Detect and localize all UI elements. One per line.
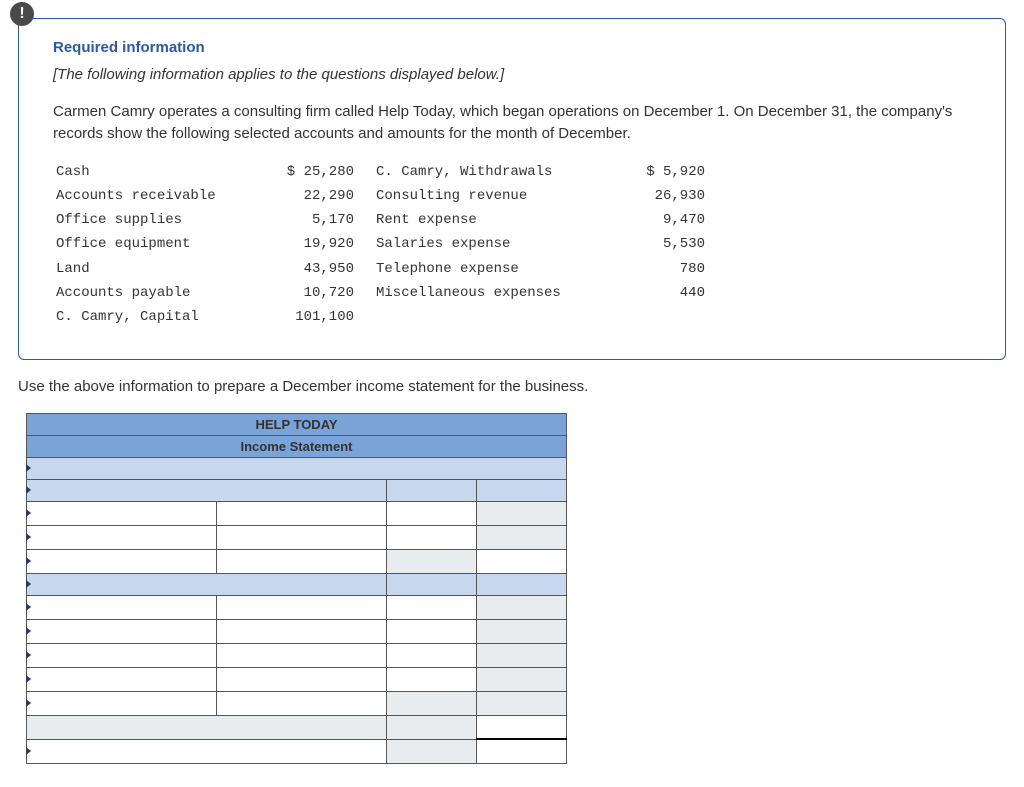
worksheet-subheader: Income Statement: [27, 435, 567, 457]
account-amount: 22,290: [262, 185, 362, 207]
account-amount: [616, 306, 706, 328]
required-information-title: Required information: [53, 39, 971, 56]
row-marker-icon: [26, 699, 31, 707]
worksheet-cell: [477, 525, 567, 549]
worksheet-input[interactable]: [27, 619, 217, 643]
account-label: Salaries expense: [364, 233, 614, 255]
account-label: Telephone expense: [364, 258, 614, 280]
worksheet-input[interactable]: [27, 739, 387, 763]
row-marker-icon: [26, 533, 31, 541]
account-amount: 5,170: [262, 209, 362, 231]
worksheet-cell: [477, 479, 567, 501]
row-marker-icon: [26, 675, 31, 683]
worksheet-cell: [477, 619, 567, 643]
row-marker-icon: [26, 464, 31, 472]
accounts-table: Cash $ 25,280 C. Camry, Withdrawals $ 5,…: [53, 159, 708, 331]
worksheet-cell: [477, 643, 567, 667]
worksheet-input[interactable]: [387, 643, 477, 667]
account-label: C. Camry, Capital: [55, 306, 260, 328]
account-amount: 440: [616, 282, 706, 304]
account-label: Land: [55, 258, 260, 280]
account-amount: 5,530: [616, 233, 706, 255]
worksheet-input[interactable]: [27, 501, 217, 525]
worksheet-input[interactable]: [217, 525, 387, 549]
worksheet-cell: [27, 715, 387, 739]
account-amount: 9,470: [616, 209, 706, 231]
worksheet-input[interactable]: [387, 595, 477, 619]
row-marker-icon: [26, 486, 31, 494]
income-statement-worksheet: HELP TODAY Income Statement: [26, 413, 567, 764]
worksheet-input[interactable]: [387, 501, 477, 525]
worksheet-cell: [387, 549, 477, 573]
account-label: Office equipment: [55, 233, 260, 255]
problem-text: Carmen Camry operates a consulting firm …: [53, 101, 971, 145]
account-amount: $ 5,920: [616, 161, 706, 183]
worksheet-cell: [477, 573, 567, 595]
row-marker-icon: [26, 509, 31, 517]
worksheet-cell: [477, 595, 567, 619]
row-marker-icon: [26, 603, 31, 611]
account-label: Cash: [55, 161, 260, 183]
worksheet-input[interactable]: [217, 667, 387, 691]
worksheet-input[interactable]: [217, 549, 387, 573]
worksheet-input[interactable]: [387, 619, 477, 643]
alert-icon: !: [10, 2, 34, 26]
account-amount: 780: [616, 258, 706, 280]
worksheet-input[interactable]: [27, 643, 217, 667]
account-amount: 101,100: [262, 306, 362, 328]
account-amount: 43,950: [262, 258, 362, 280]
worksheet-input[interactable]: [217, 619, 387, 643]
account-label: Miscellaneous expenses: [364, 282, 614, 304]
row-marker-icon: [26, 627, 31, 635]
account-label: C. Camry, Withdrawals: [364, 161, 614, 183]
worksheet-cell: [477, 691, 567, 715]
worksheet-input[interactable]: [477, 549, 567, 573]
worksheet-input[interactable]: [217, 691, 387, 715]
worksheet-header: HELP TODAY: [27, 413, 567, 435]
account-label: Consulting revenue: [364, 185, 614, 207]
required-information-box: Required information [The following info…: [18, 18, 1006, 360]
worksheet-cell: [387, 739, 477, 763]
account-label: Accounts payable: [55, 282, 260, 304]
worksheet-input[interactable]: [477, 715, 567, 739]
worksheet-input[interactable]: [27, 691, 217, 715]
worksheet-input[interactable]: [27, 595, 217, 619]
worksheet-input[interactable]: [27, 549, 217, 573]
account-label: Accounts receivable: [55, 185, 260, 207]
worksheet-input[interactable]: [217, 643, 387, 667]
account-label: Office supplies: [55, 209, 260, 231]
instruction-text: Use the above information to prepare a D…: [18, 378, 1006, 395]
worksheet-cell: [387, 691, 477, 715]
worksheet-cell: [477, 501, 567, 525]
account-amount: 19,920: [262, 233, 362, 255]
worksheet-cell: [387, 573, 477, 595]
worksheet-input[interactable]: [27, 525, 217, 549]
worksheet-input[interactable]: [387, 667, 477, 691]
worksheet-cell: [387, 479, 477, 501]
account-label: [364, 306, 614, 328]
row-marker-icon: [26, 557, 31, 565]
worksheet-input[interactable]: [387, 525, 477, 549]
italic-note: [The following information applies to th…: [53, 66, 971, 83]
row-marker-icon: [26, 580, 31, 588]
worksheet-cell: [387, 715, 477, 739]
worksheet-cell: [477, 667, 567, 691]
worksheet-input[interactable]: [477, 739, 567, 763]
worksheet-input[interactable]: [27, 667, 217, 691]
worksheet-input[interactable]: [217, 595, 387, 619]
row-marker-icon: [26, 747, 31, 755]
account-label: Rent expense: [364, 209, 614, 231]
account-amount: 10,720: [262, 282, 362, 304]
account-amount: 26,930: [616, 185, 706, 207]
account-amount: $ 25,280: [262, 161, 362, 183]
row-marker-icon: [26, 651, 31, 659]
worksheet-input[interactable]: [217, 501, 387, 525]
